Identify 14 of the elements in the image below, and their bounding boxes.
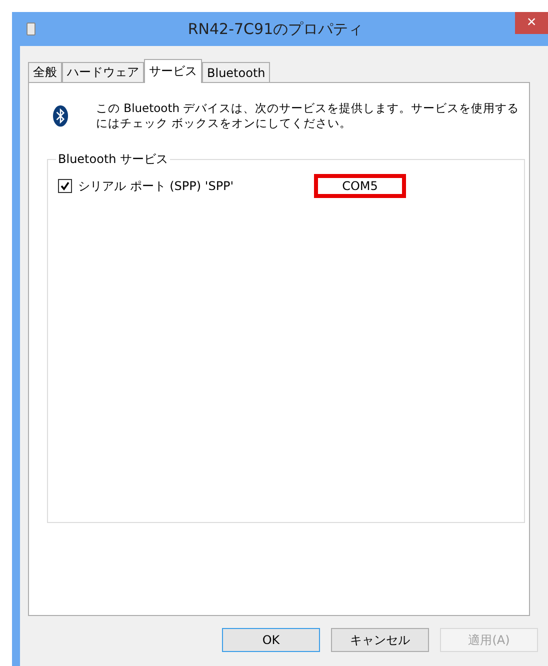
window-title: RN42-7C91のプロパティ bbox=[186, 20, 364, 38]
tab[interactable]: Bluetooth bbox=[202, 62, 270, 82]
device-icon bbox=[26, 22, 36, 36]
highlighted-port: COM5 bbox=[314, 174, 406, 198]
description-text: この Bluetooth デバイスは、次のサービスを提供します。サービスを使用するにはチェック ボックスをオンにしてください。 bbox=[96, 101, 520, 131]
close-button[interactable]: × bbox=[515, 12, 548, 34]
tab[interactable]: 全般 bbox=[28, 62, 62, 82]
checkbox[interactable] bbox=[58, 179, 72, 193]
ok-button[interactable]: OK bbox=[222, 628, 320, 652]
group-title: Bluetooth サービス bbox=[57, 151, 170, 168]
service-name: シリアル ポート (SPP) 'SPP' bbox=[78, 178, 235, 194]
dialog-button[interactable]: キャンセル bbox=[331, 628, 429, 652]
tab[interactable]: サービス bbox=[144, 59, 202, 83]
tab[interactable]: ハードウェア bbox=[62, 62, 144, 82]
